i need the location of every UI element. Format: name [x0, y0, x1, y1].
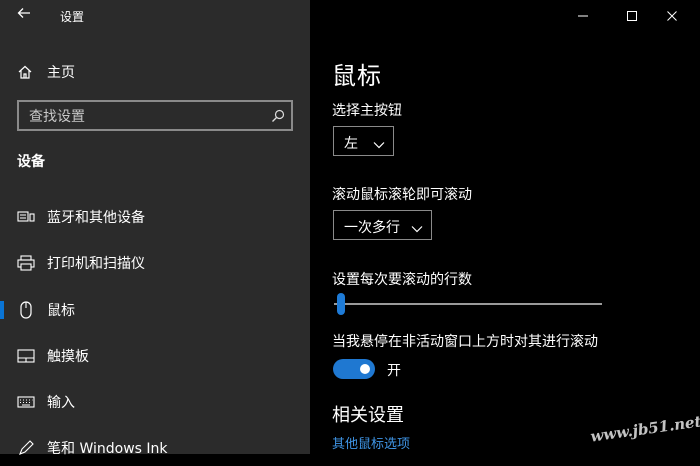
section-title-devices: 设备 — [17, 154, 45, 170]
maximize-icon[interactable] — [617, 6, 647, 26]
sidebar-item-label: 输入 — [47, 395, 75, 411]
keyboard-icon — [17, 393, 35, 411]
sidebar-item-bluetooth[interactable]: 蓝牙和其他设备 — [0, 199, 310, 235]
minimize-icon[interactable] — [568, 6, 598, 26]
sidebar-item-pen[interactable]: 笔和 Windows Ink — [0, 430, 310, 466]
chevron-down-icon — [411, 220, 423, 233]
toggle-knob — [360, 364, 370, 374]
scroll-lines-slider-track[interactable] — [334, 303, 602, 305]
printer-icon — [17, 254, 35, 272]
home-nav-item[interactable]: 主页 — [17, 60, 75, 84]
sidebar: 设置 主页 设备 蓝牙和其他设备 打印机和扫描仪 鼠标 触摸板 — [0, 0, 310, 457]
scroll-mode-dropdown[interactable]: 一次多行 — [333, 210, 432, 240]
related-settings-title: 相关设置 — [332, 405, 404, 426]
additional-mouse-options-link[interactable]: 其他鼠标选项 — [332, 433, 410, 452]
page-title: 鼠标 — [332, 62, 382, 90]
search-input[interactable] — [27, 105, 261, 129]
inactive-scroll-toggle[interactable] — [333, 359, 375, 379]
sidebar-item-mouse[interactable]: 鼠标 — [0, 292, 310, 328]
primary-button-dropdown[interactable]: 左 — [333, 126, 394, 156]
sidebar-item-label: 鼠标 — [47, 303, 75, 319]
search-box[interactable] — [17, 100, 293, 131]
sidebar-item-label: 笔和 Windows Ink — [47, 441, 168, 457]
app-title: 设置 — [60, 10, 85, 24]
sidebar-item-printers[interactable]: 打印机和扫描仪 — [0, 245, 310, 281]
pen-icon — [17, 439, 35, 457]
primary-button-label: 选择主按钮 — [332, 103, 402, 119]
home-icon — [17, 64, 33, 80]
sidebar-item-label: 蓝牙和其他设备 — [47, 210, 145, 226]
mouse-icon — [17, 301, 35, 319]
primary-button-value: 左 — [344, 136, 358, 152]
scroll-lines-label: 设置每次要滚动的行数 — [332, 272, 472, 288]
bluetooth-devices-icon — [17, 208, 35, 226]
close-icon[interactable] — [657, 6, 687, 26]
sidebar-item-typing[interactable]: 输入 — [0, 384, 310, 420]
toggle-state-label: 开 — [387, 363, 401, 379]
back-arrow-icon[interactable] — [14, 6, 34, 26]
scroll-mode-value: 一次多行 — [344, 220, 400, 236]
sidebar-item-label: 打印机和扫描仪 — [47, 256, 145, 272]
scroll-lines-slider-thumb[interactable] — [337, 293, 345, 315]
sidebar-item-touchpad[interactable]: 触摸板 — [0, 338, 310, 374]
home-label: 主页 — [47, 65, 75, 81]
touchpad-icon — [17, 347, 35, 365]
sidebar-item-label: 触摸板 — [47, 349, 89, 365]
chevron-down-icon — [373, 136, 385, 149]
scroll-mode-label: 滚动鼠标滚轮即可滚动 — [332, 187, 472, 203]
inactive-scroll-label: 当我悬停在非活动窗口上方时对其进行滚动 — [332, 334, 598, 350]
search-icon[interactable] — [271, 108, 285, 122]
